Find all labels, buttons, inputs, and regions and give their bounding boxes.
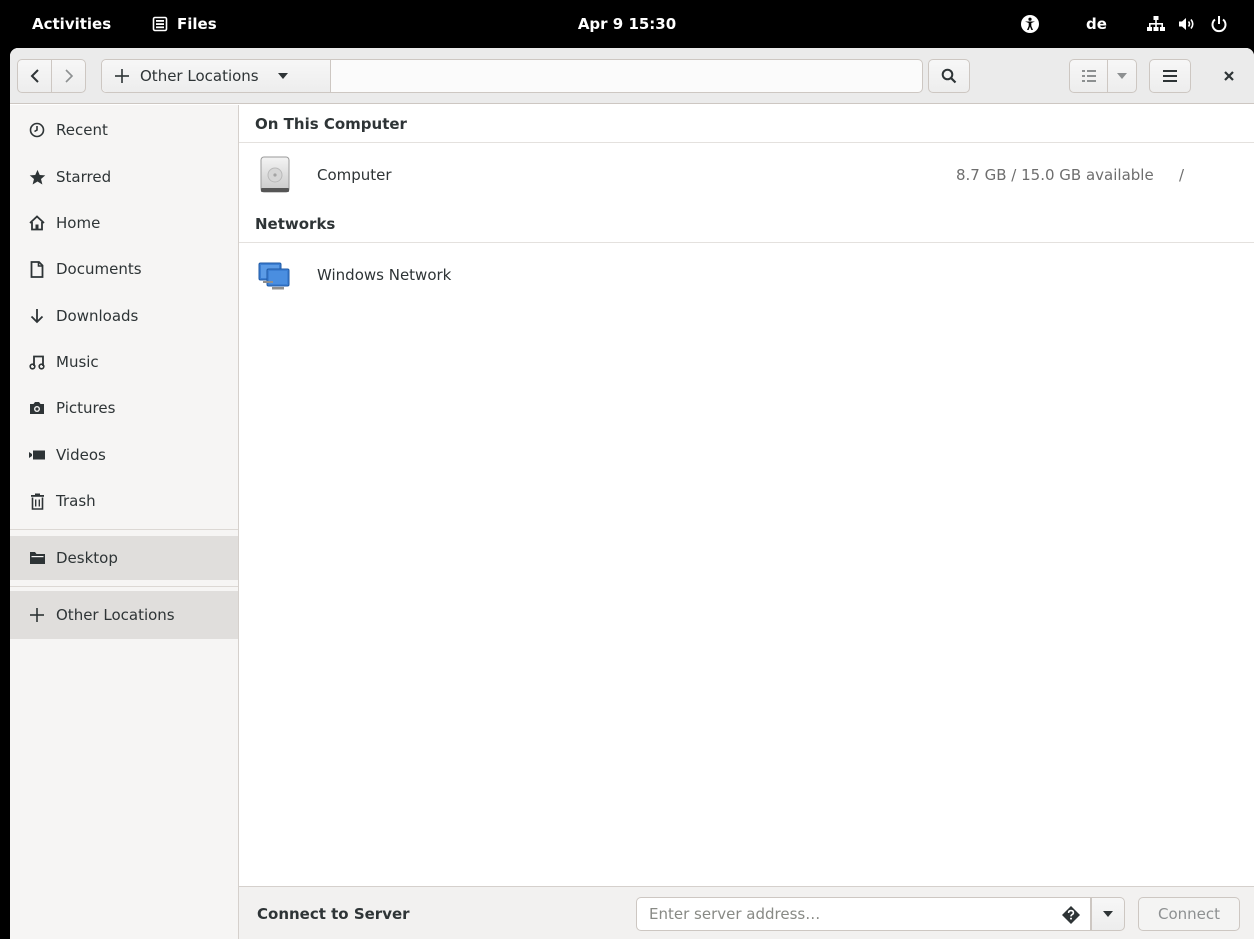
server-address-field[interactable] xyxy=(636,897,1091,931)
files-app-icon xyxy=(152,16,168,32)
trash-icon xyxy=(27,491,47,511)
sidebar-item-starred[interactable]: Starred xyxy=(10,154,238,200)
keyboard-layout-button[interactable]: de xyxy=(1086,0,1107,48)
sidebar-item-label: Videos xyxy=(56,446,106,464)
app-menu-button[interactable]: Files xyxy=(152,0,217,48)
list-view-icon xyxy=(1081,70,1096,82)
triangle-down-icon xyxy=(1103,911,1113,917)
connect-to-server-bar: Connect to Server Connect xyxy=(239,886,1254,939)
search-button[interactable] xyxy=(928,59,970,93)
sidebar-item-videos[interactable]: Videos xyxy=(10,432,238,478)
sidebar-separator xyxy=(10,586,238,587)
sidebar-item-label: Other Locations xyxy=(56,606,175,624)
sidebar-item-other-locations[interactable]: Other Locations xyxy=(10,591,238,639)
location-info: 8.7 GB / 15.0 GB available xyxy=(956,166,1154,184)
app-name-label: Files xyxy=(177,15,217,33)
sidebar-item-trash[interactable]: Trash xyxy=(10,478,238,524)
search-icon xyxy=(941,68,957,84)
connect-to-server-label: Connect to Server xyxy=(257,904,410,923)
sidebar-item-pictures[interactable]: Pictures xyxy=(10,385,238,431)
triangle-down-icon xyxy=(1117,73,1127,79)
main-menu-button[interactable] xyxy=(1149,59,1191,93)
sidebar-item-documents[interactable]: Documents xyxy=(10,246,238,292)
view-toggle-button[interactable] xyxy=(1069,59,1108,93)
path-button-other-locations[interactable]: Other Locations xyxy=(102,60,331,92)
locations-list: On This Computer Computer 8.7 GB / 15.0 … xyxy=(239,105,1254,885)
sidebar-item-label: Home xyxy=(56,214,101,232)
window-close-button[interactable] xyxy=(1212,59,1246,93)
sidebar-item-downloads[interactable]: Downloads xyxy=(10,293,238,339)
accessibility-icon xyxy=(1021,15,1039,33)
plus-icon xyxy=(27,605,47,625)
sidebar-item-label: Recent xyxy=(56,121,108,139)
location-name: Windows Network xyxy=(317,266,452,284)
sidebar-item-label: Downloads xyxy=(56,307,139,325)
sidebar-separator xyxy=(10,529,238,530)
document-icon xyxy=(27,259,47,279)
location-row-windows-network[interactable]: Windows Network xyxy=(239,245,1254,305)
camera-icon xyxy=(27,398,47,418)
path-bar[interactable]: Other Locations xyxy=(101,59,923,93)
chevron-right-icon xyxy=(64,69,73,83)
network-wired-icon xyxy=(1147,16,1165,31)
location-name: Computer xyxy=(317,166,392,184)
system-menu-button[interactable] xyxy=(1146,0,1228,48)
harddisk-icon xyxy=(260,156,290,193)
folder-icon xyxy=(27,548,47,568)
sidebar-item-label: Documents xyxy=(56,260,142,278)
sidebar-item-music[interactable]: Music xyxy=(10,339,238,385)
keyboard-layout-label: de xyxy=(1086,15,1107,33)
volume-icon xyxy=(1179,18,1194,30)
activities-label: Activities xyxy=(32,15,112,33)
forward-button[interactable] xyxy=(51,59,86,93)
close-icon xyxy=(1224,71,1234,81)
sidebar-item-desktop[interactable]: Desktop xyxy=(10,536,238,580)
files-window: Other Locations Recent Starred Home Docu… xyxy=(10,48,1254,939)
back-button[interactable] xyxy=(17,59,52,93)
location-path: / xyxy=(1179,166,1185,184)
sidebar-item-label: Desktop xyxy=(56,549,118,567)
power-icon xyxy=(1211,16,1227,33)
activities-button[interactable]: Activities xyxy=(32,0,111,48)
sidebar-item-label: Trash xyxy=(56,492,96,510)
triangle-down-icon xyxy=(277,73,288,79)
video-icon xyxy=(27,445,47,465)
sidebar-item-home[interactable]: Home xyxy=(10,200,238,246)
location-row-computer[interactable]: Computer 8.7 GB / 15.0 GB available / xyxy=(239,145,1254,205)
sidebar-item-label: Pictures xyxy=(56,399,116,417)
recent-servers-button[interactable] xyxy=(1091,897,1125,931)
header-bar: Other Locations xyxy=(10,48,1254,104)
clock-button[interactable]: Apr 9 15:30 xyxy=(578,15,676,33)
top-bar: Activities Files Apr 9 15:30 de xyxy=(0,0,1254,48)
sidebar: Recent Starred Home Documents Downloads xyxy=(10,105,239,939)
section-title: On This Computer xyxy=(255,114,407,133)
server-address-input[interactable] xyxy=(637,898,1047,930)
path-label: Other Locations xyxy=(140,67,259,85)
sidebar-item-label: Music xyxy=(56,353,99,371)
clock-icon xyxy=(27,120,47,140)
chevron-left-icon xyxy=(30,69,39,83)
connect-button[interactable]: Connect xyxy=(1138,897,1240,931)
section-header-networks: Networks xyxy=(239,205,1254,243)
star-icon xyxy=(27,167,47,187)
hamburger-menu-icon xyxy=(1163,70,1177,82)
home-icon xyxy=(27,213,47,233)
sidebar-item-recent[interactable]: Recent xyxy=(10,107,238,153)
plus-icon xyxy=(115,69,129,83)
download-icon xyxy=(27,306,47,326)
help-icon[interactable] xyxy=(1061,905,1081,925)
connect-button-label: Connect xyxy=(1157,905,1221,923)
view-options-button[interactable] xyxy=(1107,59,1137,93)
section-title: Networks xyxy=(255,214,336,233)
section-header-on-this-computer: On This Computer xyxy=(239,105,1254,143)
sidebar-item-label: Starred xyxy=(56,168,112,186)
accessibility-menu-button[interactable] xyxy=(1020,0,1040,48)
music-icon xyxy=(27,352,47,372)
network-computers-icon xyxy=(258,262,290,290)
